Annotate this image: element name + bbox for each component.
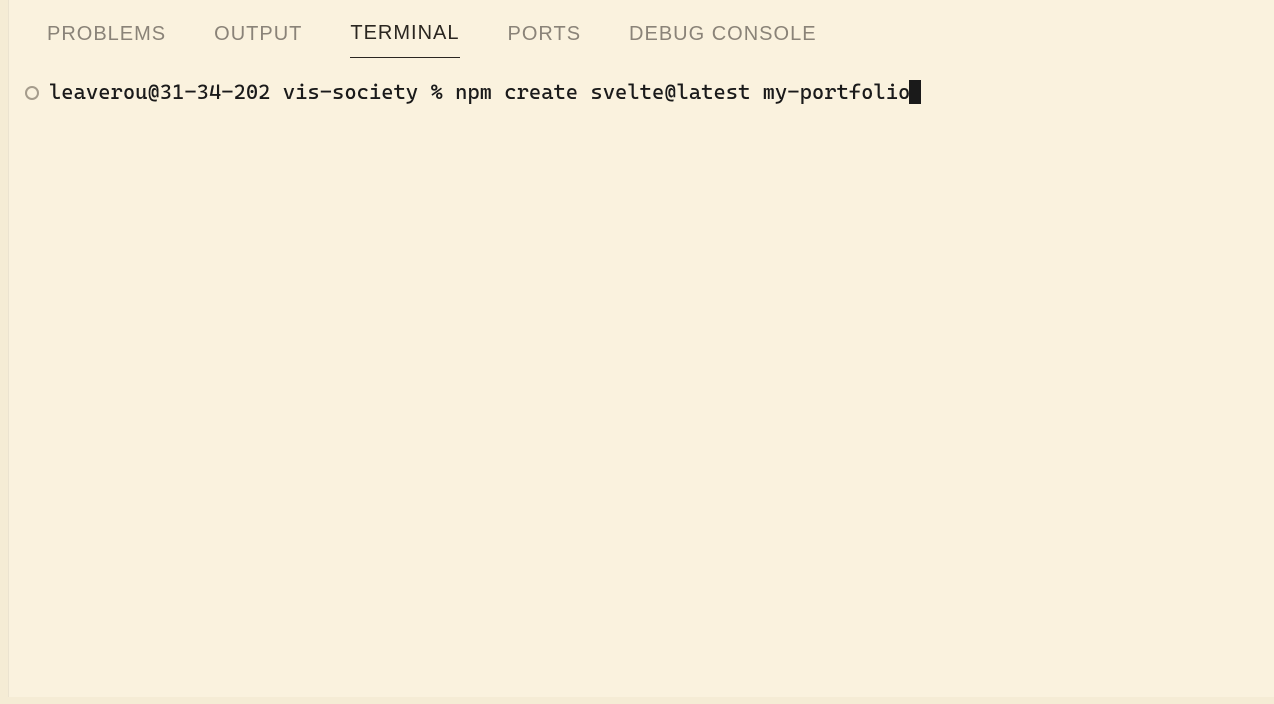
panel-tabs: PROBLEMS OUTPUT TERMINAL PORTS DEBUG CON…: [9, 0, 1274, 60]
terminal-command: npm create svelte@latest my-portfolio: [455, 80, 910, 104]
terminal-text: leaverou@31-34-202 vis-society % npm cre…: [49, 78, 921, 107]
shell-status-icon: [25, 86, 39, 100]
tab-debug-console[interactable]: DEBUG CONSOLE: [629, 23, 816, 58]
tab-terminal[interactable]: TERMINAL: [350, 22, 459, 58]
tab-output[interactable]: OUTPUT: [214, 23, 302, 58]
terminal-prompt: leaverou@31-34-202 vis-society %: [49, 80, 455, 104]
tab-problems[interactable]: PROBLEMS: [47, 23, 166, 58]
terminal-cursor: [909, 80, 921, 104]
terminal-content[interactable]: leaverou@31-34-202 vis-society % npm cre…: [9, 60, 1274, 107]
terminal-line: leaverou@31-34-202 vis-society % npm cre…: [25, 78, 1258, 107]
tab-ports[interactable]: PORTS: [508, 23, 582, 58]
bottom-panel: PROBLEMS OUTPUT TERMINAL PORTS DEBUG CON…: [8, 0, 1274, 697]
